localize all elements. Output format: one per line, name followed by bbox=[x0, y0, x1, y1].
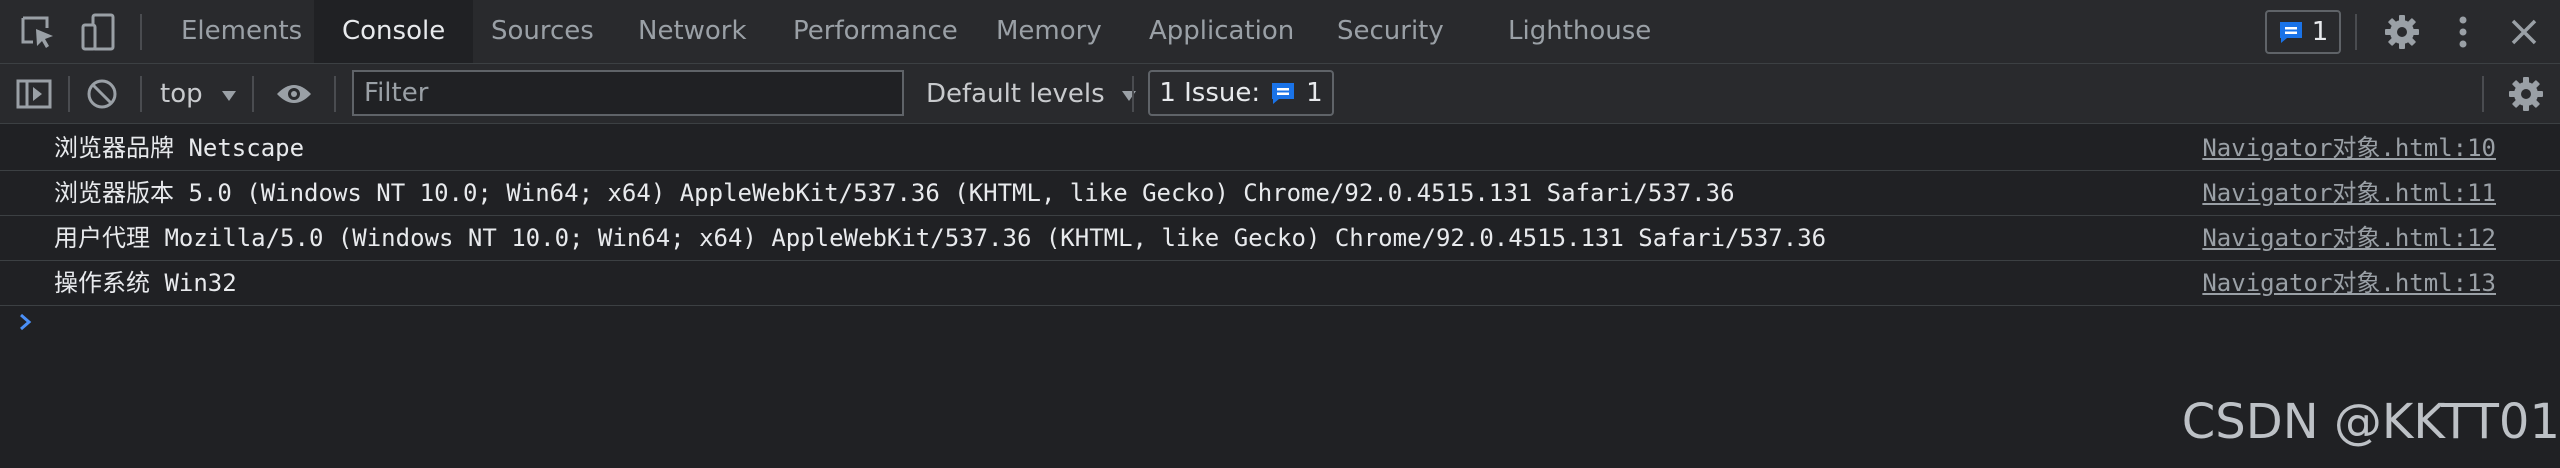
console-message-text: 用户代理 Mozilla/5.0 (Windows NT 10.0; Win64… bbox=[54, 224, 1827, 252]
tabbar-divider-right bbox=[2355, 14, 2357, 50]
device-toggle-icon bbox=[81, 13, 115, 51]
issues-icon bbox=[1272, 83, 1295, 104]
console-message-text: 浏览器版本 5.0 (Windows NT 10.0; Win64; x64) … bbox=[54, 179, 1735, 207]
tab-elements[interactable]: Elements bbox=[181, 0, 302, 63]
filter-input[interactable] bbox=[352, 70, 904, 116]
console-settings-button[interactable] bbox=[2506, 74, 2546, 114]
console-message-row: 用户代理 Mozilla/5.0 (Windows NT 10.0; Win64… bbox=[0, 216, 2560, 261]
clear-console-icon bbox=[87, 79, 117, 109]
tab-console[interactable]: Console bbox=[314, 0, 474, 63]
eye-icon bbox=[277, 85, 311, 103]
settings-icon bbox=[2385, 15, 2419, 49]
console-message-row: 浏览器品牌 Netscape Navigator对象.html:10 bbox=[0, 126, 2560, 171]
clear-console-button[interactable] bbox=[82, 76, 122, 112]
more-options-button[interactable] bbox=[2448, 12, 2478, 52]
toolbar-divider bbox=[334, 76, 336, 112]
devtools-tabbar: Elements Console Sources Network Perform… bbox=[0, 0, 2560, 64]
tab-memory[interactable]: Memory bbox=[996, 0, 1102, 63]
context-selector[interactable]: top bbox=[160, 64, 237, 124]
toolbar-divider bbox=[2482, 76, 2484, 112]
console-toolbar: top Default levels 1 Issue: 1 bbox=[0, 64, 2560, 124]
toolbar-divider bbox=[68, 76, 70, 112]
dropdown-icon bbox=[221, 91, 236, 101]
issues-badge-count: 1 bbox=[2311, 17, 2329, 47]
sidebar-toggle-button[interactable] bbox=[14, 76, 54, 112]
console-prompt[interactable] bbox=[18, 312, 32, 336]
close-devtools-button[interactable] bbox=[2506, 14, 2542, 50]
live-expression-button[interactable] bbox=[272, 76, 316, 112]
tab-lighthouse[interactable]: Lighthouse bbox=[1508, 0, 1651, 63]
tab-sources[interactable]: Sources bbox=[491, 0, 594, 63]
toolbar-divider bbox=[252, 76, 254, 112]
console-message-text: 浏览器品牌 Netscape bbox=[54, 134, 305, 162]
log-levels-dropdown[interactable]: Default levels bbox=[926, 64, 1137, 124]
issues-button[interactable]: 1 Issue: 1 bbox=[1148, 70, 1334, 116]
toolbar-divider bbox=[1132, 76, 1134, 112]
inspect-icon bbox=[21, 16, 53, 48]
console-message-row: 操作系统 Win32 Navigator对象.html:13 bbox=[0, 261, 2560, 306]
issues-count: 1 bbox=[1306, 78, 1323, 108]
console-message-row: 浏览器版本 5.0 (Windows NT 10.0; Win64; x64) … bbox=[0, 171, 2560, 216]
console-message-text: 操作系统 Win32 bbox=[54, 269, 237, 297]
inspect-element-button[interactable] bbox=[18, 14, 58, 50]
close-icon bbox=[2511, 19, 2537, 45]
more-icon bbox=[2459, 16, 2467, 48]
tabbar-divider bbox=[140, 14, 142, 50]
dropdown-icon bbox=[1121, 91, 1136, 101]
tab-security[interactable]: Security bbox=[1337, 0, 1444, 63]
sidebar-toggle-icon bbox=[16, 79, 52, 109]
prompt-chevron-icon bbox=[20, 313, 32, 331]
settings-button[interactable] bbox=[2382, 12, 2422, 52]
console-message-source-link[interactable]: Navigator对象.html:12 bbox=[2202, 216, 2496, 260]
tab-network[interactable]: Network bbox=[638, 0, 747, 63]
issues-badge-button[interactable]: 1 bbox=[2265, 10, 2341, 54]
console-message-source-link[interactable]: Navigator对象.html:10 bbox=[2202, 126, 2496, 170]
tab-application[interactable]: Application bbox=[1149, 0, 1294, 63]
console-message-source-link[interactable]: Navigator对象.html:11 bbox=[2202, 171, 2496, 215]
watermark-text: CSDN @KKTT01 bbox=[2181, 394, 2560, 450]
issues-label: 1 Issue: bbox=[1159, 78, 1261, 108]
context-selector-label: top bbox=[160, 79, 203, 109]
console-message-source-link[interactable]: Navigator对象.html:13 bbox=[2202, 261, 2496, 305]
settings-icon bbox=[2509, 77, 2543, 111]
tab-performance[interactable]: Performance bbox=[793, 0, 958, 63]
toolbar-divider bbox=[140, 76, 142, 112]
issues-icon bbox=[2279, 22, 2302, 43]
device-toolbar-button[interactable] bbox=[78, 12, 118, 52]
log-levels-label: Default levels bbox=[926, 79, 1105, 109]
